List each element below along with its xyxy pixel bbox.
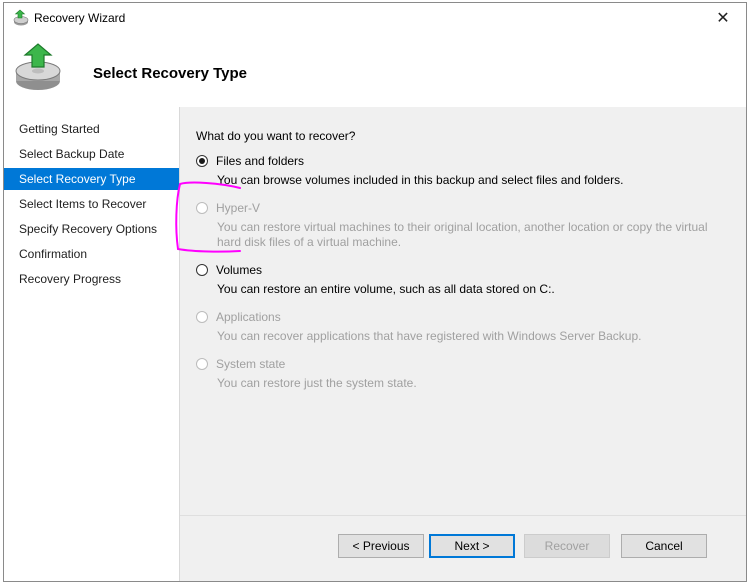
step-getting-started[interactable]: Getting Started: [4, 118, 179, 140]
volumes-label[interactable]: Volumes: [216, 263, 262, 277]
recover-button[interactable]: Recover: [524, 534, 610, 558]
files-and-folders-description: You can browse volumes included in this …: [217, 173, 624, 187]
applications-radio[interactable]: [196, 311, 208, 323]
previous-button[interactable]: < Previous: [338, 534, 424, 558]
step-select-items-to-recover[interactable]: Select Items to Recover: [4, 193, 179, 215]
cancel-button[interactable]: Cancel: [621, 534, 707, 558]
applications-description: You can recover applications that have r…: [217, 329, 642, 343]
title-bar: Recovery Wizard ✕: [4, 3, 746, 33]
step-select-recovery-type[interactable]: Select Recovery Type: [4, 168, 179, 190]
option-applications[interactable]: Applications You can recover application…: [196, 309, 736, 344]
applications-label[interactable]: Applications: [216, 310, 281, 324]
hyper-v-radio[interactable]: [196, 202, 208, 214]
files-and-folders-label[interactable]: Files and folders: [216, 154, 304, 168]
recover-question: What do you want to recover?: [196, 129, 356, 143]
volumes-description: You can restore an entire volume, such a…: [217, 282, 555, 296]
recovery-wizard-window: Recovery Wizard ✕ Select Recovery Type G…: [3, 2, 747, 582]
recovery-disk-icon: [15, 43, 61, 90]
close-button[interactable]: ✕: [700, 3, 746, 33]
step-recovery-progress[interactable]: Recovery Progress: [4, 268, 179, 290]
step-confirmation[interactable]: Confirmation: [4, 243, 179, 265]
option-volumes[interactable]: Volumes You can restore an entire volume…: [196, 262, 736, 297]
step-specify-recovery-options[interactable]: Specify Recovery Options: [4, 218, 179, 240]
option-hyper-v[interactable]: Hyper-V You can restore virtual machines…: [196, 200, 736, 250]
wizard-footer: < Previous Next > Recover Cancel: [180, 515, 746, 581]
option-system-state[interactable]: System state You can restore just the sy…: [196, 356, 736, 391]
next-button[interactable]: Next >: [429, 534, 515, 558]
close-icon: ✕: [716, 10, 730, 27]
option-files-and-folders[interactable]: Files and folders You can browse volumes…: [196, 153, 736, 188]
system-state-description: You can restore just the system state.: [217, 376, 417, 390]
hyper-v-description: You can restore virtual machines to thei…: [217, 220, 708, 249]
page-title: Select Recovery Type: [93, 65, 247, 82]
steps-sidebar: Getting Started Select Backup Date Selec…: [4, 107, 180, 581]
recovery-type-panel: What do you want to recover? Files and f…: [180, 107, 746, 581]
system-state-radio[interactable]: [196, 358, 208, 370]
wizard-body: Getting Started Select Backup Date Selec…: [4, 107, 746, 581]
system-state-label[interactable]: System state: [216, 357, 285, 371]
hyper-v-label[interactable]: Hyper-V: [216, 201, 260, 215]
recovery-app-icon: [13, 9, 29, 26]
step-select-backup-date[interactable]: Select Backup Date: [4, 143, 179, 165]
files-and-folders-radio[interactable]: [196, 155, 208, 167]
window-title: Recovery Wizard: [34, 11, 126, 25]
wizard-header: Select Recovery Type: [4, 33, 746, 107]
volumes-radio[interactable]: [196, 264, 208, 276]
